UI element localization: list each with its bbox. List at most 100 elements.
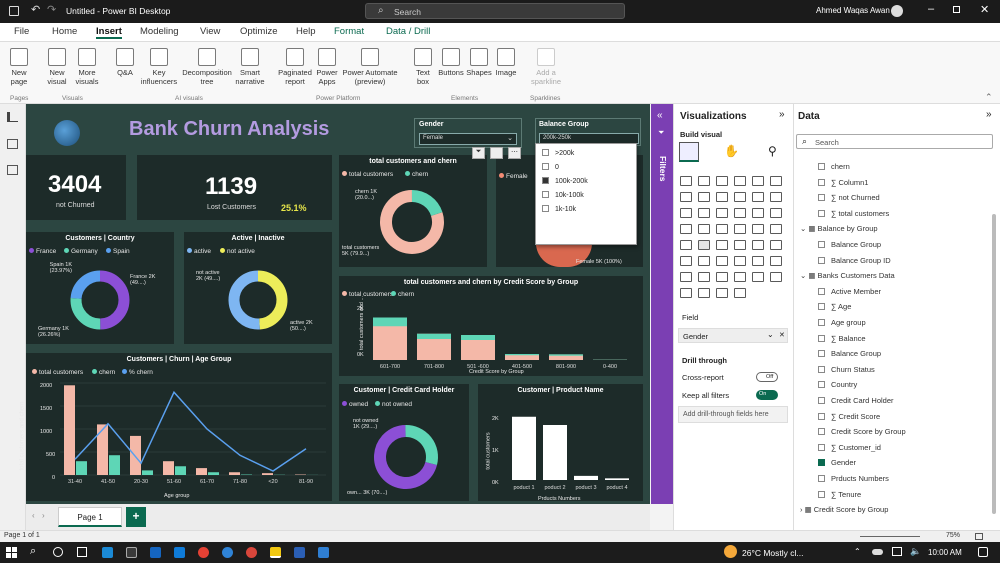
donut-slice[interactable] bbox=[70, 270, 101, 300]
visual-type-icon[interactable] bbox=[680, 288, 692, 298]
donut-slice[interactable] bbox=[405, 425, 438, 465]
next-page-icon[interactable]: › bbox=[42, 511, 45, 520]
search-icon[interactable]: ⌕ bbox=[30, 545, 36, 558]
bar-total-customers[interactable] bbox=[262, 473, 273, 475]
checkbox[interactable] bbox=[818, 397, 825, 404]
visual-type-icon[interactable] bbox=[734, 192, 746, 202]
mail-icon[interactable] bbox=[150, 547, 161, 558]
donut-slice[interactable] bbox=[257, 270, 288, 330]
zoom-slider[interactable] bbox=[860, 536, 920, 537]
data-field-item[interactable]: chern bbox=[818, 162, 850, 171]
data-field-item[interactable]: ∑ Column1 bbox=[818, 178, 868, 187]
tab-data-drill[interactable]: Data / Drill bbox=[386, 26, 430, 37]
bar-chern[interactable] bbox=[461, 335, 495, 340]
checkbox[interactable] bbox=[818, 475, 825, 482]
checkbox[interactable] bbox=[818, 163, 825, 170]
smart-narrative-button[interactable]: Smart narrative bbox=[234, 48, 266, 86]
collapse-viz-icon[interactable]: » bbox=[779, 109, 785, 120]
tab-file[interactable]: File bbox=[14, 26, 29, 37]
donut-slice[interactable] bbox=[411, 190, 443, 217]
balance-slicer[interactable]: Balance Group 200k-250k bbox=[535, 118, 641, 146]
checkbox[interactable] bbox=[818, 256, 825, 264]
checkbox[interactable] bbox=[818, 241, 825, 248]
image-button[interactable]: Image bbox=[493, 48, 519, 77]
new-page-button[interactable]: New page bbox=[4, 48, 34, 86]
visual-type-icon[interactable] bbox=[680, 272, 692, 282]
checkbox[interactable] bbox=[818, 443, 825, 451]
bar-total-customers[interactable] bbox=[64, 385, 75, 475]
build-visual-icon[interactable] bbox=[679, 142, 699, 162]
tab-format[interactable]: Format bbox=[334, 26, 364, 37]
visual-type-icon[interactable] bbox=[734, 256, 746, 266]
visual-type-icon[interactable] bbox=[770, 176, 782, 186]
bar-product[interactable] bbox=[512, 416, 536, 480]
search-box[interactable]: ⌕ Search bbox=[365, 3, 625, 19]
visual-type-icon[interactable] bbox=[770, 256, 782, 266]
visual-type-icon[interactable] bbox=[752, 176, 764, 186]
edge-icon[interactable] bbox=[102, 547, 113, 558]
data-field-item[interactable]: Country bbox=[818, 380, 857, 389]
tab-insert[interactable]: Insert bbox=[96, 26, 122, 39]
more-visuals-button[interactable]: More visuals bbox=[72, 48, 102, 86]
chern-donut-card[interactable]: total customers and chern total customer… bbox=[339, 155, 487, 267]
checkbox[interactable] bbox=[818, 412, 825, 420]
visual-type-icon[interactable] bbox=[770, 208, 782, 218]
checkbox[interactable] bbox=[818, 381, 825, 389]
active-donut-card[interactable]: Active | Inactive active not active not … bbox=[184, 232, 332, 344]
chrome-icon[interactable] bbox=[198, 547, 209, 558]
donut-slice[interactable] bbox=[70, 298, 101, 330]
visual-type-icon[interactable] bbox=[716, 192, 728, 202]
keep-filters-toggle[interactable]: On bbox=[756, 390, 778, 400]
bar-chern[interactable] bbox=[76, 461, 87, 475]
paginated-report-button[interactable]: Paginated report bbox=[277, 48, 313, 86]
data-field-item[interactable]: Active Member bbox=[818, 287, 881, 296]
key-influencers-button[interactable]: Key influencers bbox=[140, 48, 178, 86]
bar-product[interactable] bbox=[543, 425, 567, 480]
bar-chern[interactable] bbox=[175, 466, 186, 475]
checkbox[interactable] bbox=[818, 303, 825, 311]
visual-type-icon[interactable] bbox=[716, 176, 728, 186]
visual-type-icon[interactable] bbox=[770, 224, 782, 234]
bar-total-customers[interactable] bbox=[196, 468, 207, 475]
power-automate-button[interactable]: Power Automate (preview) bbox=[340, 48, 400, 86]
visual-type-icon[interactable] bbox=[734, 176, 746, 186]
add-sparkline-button[interactable]: Add a sparkline bbox=[528, 48, 564, 86]
kpi-lost-customers[interactable]: 1139 Lost Customers 25.1% bbox=[137, 155, 332, 220]
visual-type-icon[interactable] bbox=[716, 208, 728, 218]
report-view-icon[interactable] bbox=[7, 112, 18, 122]
data-field-item[interactable]: ∑ Tenure bbox=[818, 490, 861, 499]
credit-card-donut-card[interactable]: Customer | Credit Card Holder owned not … bbox=[339, 384, 469, 501]
donut-slice[interactable] bbox=[99, 270, 130, 330]
data-table-item[interactable]: › ▦ Credit Score by Group bbox=[800, 505, 888, 514]
checkbox[interactable] bbox=[818, 287, 825, 295]
tab-modeling[interactable]: Modeling bbox=[140, 26, 179, 37]
checkbox[interactable] bbox=[818, 334, 825, 342]
bar-product[interactable] bbox=[574, 475, 598, 480]
visual-type-icon[interactable] bbox=[698, 288, 710, 298]
avatar[interactable] bbox=[891, 5, 903, 17]
data-field-item[interactable]: ∑ Customer_id bbox=[818, 443, 881, 452]
bar-product[interactable] bbox=[605, 478, 629, 480]
gender-slicer[interactable]: Gender Female ⌄ bbox=[414, 118, 522, 148]
data-field-item[interactable]: Balance Group bbox=[818, 240, 881, 249]
store-icon[interactable] bbox=[126, 547, 137, 558]
checkbox[interactable] bbox=[818, 428, 825, 436]
balance-option[interactable]: 1k-10k bbox=[542, 205, 576, 213]
bar-chern[interactable] bbox=[505, 354, 539, 356]
kpi-not-churned[interactable]: 3404 not Churned bbox=[26, 155, 126, 220]
add-page-button[interactable]: + bbox=[126, 507, 146, 527]
bar-total-customers[interactable] bbox=[163, 461, 174, 475]
data-field-item[interactable]: ∑ not Churned bbox=[818, 193, 880, 202]
balance-option[interactable]: 10k-100k bbox=[542, 191, 584, 199]
bar-chern[interactable] bbox=[142, 470, 153, 475]
qa-button[interactable]: Q&A bbox=[112, 48, 138, 77]
data-field-item[interactable]: Gender bbox=[818, 458, 856, 467]
balance-option[interactable]: 100k-200k bbox=[542, 177, 588, 185]
format-visual-icon[interactable]: ✋ bbox=[724, 144, 739, 158]
drill-through-well[interactable]: Add drill-through fields here bbox=[678, 406, 788, 423]
data-field-item[interactable]: Credit Card Holder bbox=[818, 396, 894, 405]
visual-type-icon[interactable] bbox=[698, 240, 710, 250]
collapse-ribbon-icon[interactable]: ⌃ bbox=[985, 92, 993, 103]
checkbox-checked[interactable] bbox=[818, 459, 825, 467]
chrome-profile-icon[interactable] bbox=[246, 547, 257, 558]
